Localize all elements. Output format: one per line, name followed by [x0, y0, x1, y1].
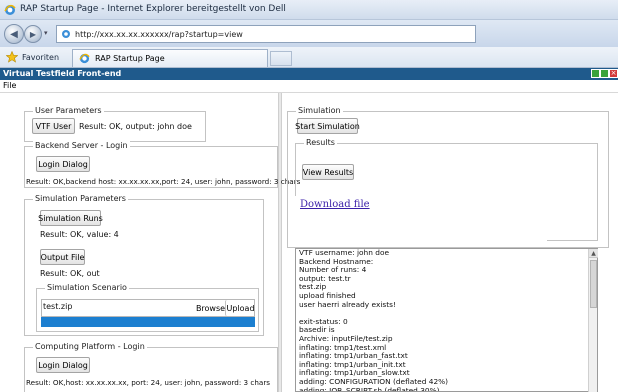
log-output[interactable]: VTF username: john doe Backend Hostname: N… — [295, 248, 598, 392]
group-legend: Results — [304, 138, 337, 147]
log-line: output: test.tr — [299, 273, 351, 283]
user-result-text: Result: OK, output: john doe — [79, 122, 192, 131]
close-icon: × — [610, 69, 617, 77]
arrow-right-icon: ▶ — [29, 29, 37, 39]
group-legend: Computing Platform - Login — [33, 342, 147, 351]
browser-tab[interactable]: RAP Startup Page — [72, 49, 268, 67]
menu-bar — [0, 80, 618, 93]
log-line: exit-status: 0 — [299, 316, 348, 326]
log-lines: VTF username: john doe Backend Hostname: N… — [296, 249, 597, 392]
app-title: Virtual Testfield Front-end — [3, 69, 122, 78]
view-results-button[interactable]: View Results — [302, 164, 354, 180]
address-url: http://xxx.xx.xx.xxxxxx/rap?startup=view — [75, 29, 243, 39]
backend-login-button[interactable]: Login Dialog — [36, 156, 90, 172]
browser-title: RAP Startup Page - Internet Explorer ber… — [20, 4, 286, 14]
group-legend: Simulation — [296, 106, 343, 115]
file-path-input[interactable]: test.zip — [43, 302, 72, 311]
pane-divider[interactable] — [278, 93, 282, 392]
log-line: user haerri already exists! — [299, 299, 396, 309]
vtf-user-button[interactable]: VTF User — [32, 118, 75, 134]
tab-label: RAP Startup Page — [95, 54, 165, 63]
back-button[interactable]: ◀ — [4, 24, 24, 44]
scrollbar-thumb[interactable] — [590, 260, 597, 308]
upload-progress-bar — [41, 317, 255, 327]
app-titlebar: Virtual Testfield Front-end — [0, 68, 618, 80]
upload-button[interactable]: Upload — [225, 300, 255, 316]
start-simulation-button[interactable]: Start Simulation — [295, 118, 360, 134]
group-legend: User Parameters — [33, 106, 104, 115]
scroll-up-icon[interactable]: ▲ — [589, 249, 598, 258]
favorites-label: Favoriten — [22, 52, 60, 62]
forward-button[interactable]: ▶ — [24, 25, 42, 43]
computing-result-text: Result: OK,host: xx.xx.xx.xx, port: 24, … — [26, 378, 271, 387]
simulation-runs-button[interactable]: Simulation Runs — [38, 210, 103, 226]
arrow-left-icon: ◀ — [10, 28, 18, 40]
computing-login-button[interactable]: Login Dialog — [36, 357, 90, 373]
group-legend: Simulation Parameters — [33, 194, 128, 203]
history-dropdown-button[interactable]: ▾ — [44, 29, 52, 37]
log-line: adding: JOB_SCRIPT.sh (deflated 30%) — [299, 385, 440, 392]
browser-titlebar: RAP Startup Page - Internet Explorer ber… — [0, 0, 618, 20]
chevron-down-icon: ▾ — [44, 29, 48, 37]
close-button[interactable]: × — [609, 69, 618, 78]
runs-result-text: Result: OK, value: 4 — [40, 230, 119, 239]
browse-button[interactable]: Browse — [196, 300, 225, 316]
output-file-button[interactable]: Output File — [40, 249, 85, 265]
page-icon — [62, 30, 70, 38]
new-tab-button[interactable] — [270, 51, 292, 66]
menu-file[interactable]: File — [3, 81, 16, 90]
star-icon — [6, 51, 18, 63]
log-scrollbar[interactable]: ▲ — [588, 249, 598, 392]
output-result-text: Result: OK, out — [40, 269, 100, 278]
address-bar[interactable]: http://xxx.xx.xx.xxxxxx/rap?startup=view — [56, 25, 476, 43]
ie-logo-icon — [79, 53, 90, 64]
download-file-link[interactable]: Download file — [300, 199, 370, 210]
minimize-button[interactable] — [591, 69, 600, 78]
group-legend: Backend Server - Login — [33, 141, 130, 150]
ie-logo-icon — [4, 4, 16, 15]
backend-result-text: Result: OK,backend host: xx.xx.xx.xx,por… — [26, 177, 301, 186]
group-legend: Simulation Scenario — [45, 283, 129, 292]
maximize-button[interactable] — [600, 69, 609, 78]
favorites-button[interactable]: Favoriten — [6, 49, 59, 65]
